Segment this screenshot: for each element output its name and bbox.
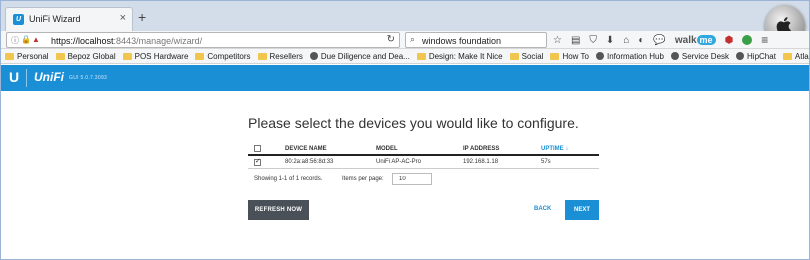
cell-uptime: 57s (541, 159, 551, 165)
bookmark-item[interactable]: Atlassian (782, 51, 809, 61)
bookmark-item[interactable]: Design: Make It Nice (416, 51, 503, 61)
walkme-button[interactable]: walk me (675, 34, 716, 46)
tab-strip: U UniFi Wizard × + (1, 1, 809, 47)
navigation-bar: ⓘ 🔒 ▲ https://localhost:8443/manage/wiza… (1, 31, 809, 49)
page-icon (595, 52, 604, 60)
extension-icon[interactable]: ⬢ (725, 35, 734, 46)
bookmark-label: Resellers (269, 51, 303, 61)
home-icon[interactable]: ⌂ (623, 35, 629, 46)
cell-device-name: 80:2a:a8:56:8d:33 (285, 159, 334, 165)
folder-icon (55, 52, 65, 60)
col-model[interactable]: MODEL (376, 146, 398, 152)
ubiquiti-logo-icon[interactable]: U (9, 70, 19, 84)
menu-icon[interactable]: ≡ (761, 33, 768, 47)
table-footer: Showing 1-1 of 1 records. Items per page… (248, 169, 599, 187)
refresh-now-button[interactable]: REFRESH NOW (248, 200, 309, 220)
folder-icon (509, 52, 519, 60)
browser-toolbar: ☆ ▤ ⛉ ⬇ ⌂ ◐ 💬 walk me ⬢ ≡ (553, 33, 768, 47)
bookmark-label: POS Hardware (134, 51, 189, 61)
globe-icon (309, 52, 318, 60)
records-count: Showing 1-1 of 1 records. (254, 176, 323, 182)
bookmark-label: Social (521, 51, 544, 61)
bookmark-item[interactable]: HipChat (736, 52, 776, 61)
screenshot-icon[interactable]: ◐ (638, 35, 644, 46)
gui-version: GUI 5.0.7.3093 (69, 75, 108, 81)
bookmark-label: How To (562, 51, 589, 61)
url-text: https://localhost:8443/manage/wizard/ (51, 36, 203, 46)
bookmark-label: Personal (17, 51, 49, 61)
new-tab-button[interactable]: + (138, 10, 146, 24)
col-uptime[interactable]: UPTIME ↓ (541, 146, 568, 152)
reading-list-icon[interactable]: ▤ (571, 35, 580, 46)
folder-icon (122, 52, 132, 60)
bookmark-label: Atlassian (794, 51, 809, 61)
folder-icon (550, 52, 560, 60)
bookmark-label: Design: Make It Nice (428, 51, 503, 61)
bookmark-label: Due Diligence and Dea... (320, 51, 410, 61)
bookmark-label: HipChat (747, 51, 776, 61)
bookmark-item[interactable]: Bepoz Global (55, 51, 116, 61)
search-bar[interactable]: ⌕ (405, 32, 547, 48)
chat-icon (736, 52, 745, 60)
bookmark-item[interactable]: Information Hub (595, 51, 664, 61)
folder-icon (195, 52, 205, 60)
cell-model: UniFi AP-AC-Pro (376, 159, 422, 165)
cell-ip-address: 192.168.1.18 (463, 159, 499, 165)
col-device-name[interactable]: DEVICE NAME (285, 146, 327, 152)
chat-icon[interactable]: 💬 (653, 35, 665, 46)
pocket-icon[interactable]: ⛉ (589, 35, 597, 46)
unifi-header: U UniFi GUI 5.0.7.3093 (1, 65, 809, 91)
select-all-checkbox[interactable] (254, 145, 261, 152)
lock-warning-icon[interactable]: 🔒 (21, 35, 31, 44)
download-icon[interactable]: ⬇ (606, 35, 614, 46)
items-per-page-label: Items per page: (342, 176, 384, 182)
bookmark-item[interactable]: Social (509, 51, 544, 61)
folder-icon (257, 52, 267, 60)
header-divider (26, 69, 27, 87)
table-row[interactable]: 80:2a:a8:56:8d:33 UniFi AP-AC-Pro 192.16… (248, 156, 599, 169)
search-input[interactable] (422, 35, 542, 46)
bookmark-item[interactable]: Competitors (195, 51, 251, 61)
browser-window: U UniFi Wizard × + ⓘ 🔒 ▲ https://localho… (0, 0, 810, 260)
devices-table: DEVICE NAME MODEL IP ADDRESS UPTIME ↓ 80… (248, 141, 599, 187)
warning-icon: ▲ (32, 35, 40, 44)
items-per-page-input[interactable] (392, 173, 432, 185)
bookmark-item[interactable]: How To (550, 52, 589, 61)
bookmark-star-icon[interactable]: ☆ (553, 35, 562, 46)
search-icon: ⌕ (410, 34, 416, 44)
page-title: Please select the devices you would like… (248, 115, 579, 131)
unifi-logo: UniFi (34, 70, 64, 84)
tab-title: UniFi Wizard (29, 14, 81, 24)
browser-tab[interactable]: U UniFi Wizard × (5, 7, 133, 31)
bookmark-item[interactable]: Due Diligence and Dea... (309, 51, 410, 61)
bookmark-item[interactable]: Personal (5, 52, 49, 61)
extension-green-icon[interactable] (742, 35, 753, 45)
bookmark-label: Information Hub (606, 51, 664, 61)
col-ip-address[interactable]: IP ADDRESS (463, 146, 499, 152)
folder-icon (5, 52, 14, 60)
bookmark-label: Competitors (207, 51, 251, 61)
table-header: DEVICE NAME MODEL IP ADDRESS UPTIME ↓ (248, 141, 599, 156)
row-checkbox[interactable] (254, 157, 261, 166)
reload-icon[interactable]: ↻ (387, 34, 395, 45)
bookmark-label: Bepoz Global (67, 51, 116, 61)
tab-close-icon[interactable]: × (120, 12, 126, 24)
next-button[interactable]: NEXT (565, 200, 599, 220)
bookmark-item[interactable]: Resellers (257, 51, 303, 61)
address-bar[interactable]: ⓘ 🔒 ▲ https://localhost:8443/manage/wiza… (6, 32, 400, 48)
bookmark-item[interactable]: Service Desk (670, 51, 730, 61)
bookmark-label: Service Desk (681, 51, 730, 61)
unifi-favicon-icon: U (13, 14, 24, 25)
globe-icon (670, 52, 679, 60)
folder-icon (782, 52, 792, 60)
info-icon[interactable]: ⓘ (11, 35, 19, 46)
back-button[interactable]: BACK (534, 206, 551, 212)
folder-icon (416, 52, 426, 60)
bookmarks-bar: Personal Bepoz Global POS Hardware Competit… (1, 49, 809, 64)
bookmark-item[interactable]: POS Hardware (122, 51, 189, 61)
